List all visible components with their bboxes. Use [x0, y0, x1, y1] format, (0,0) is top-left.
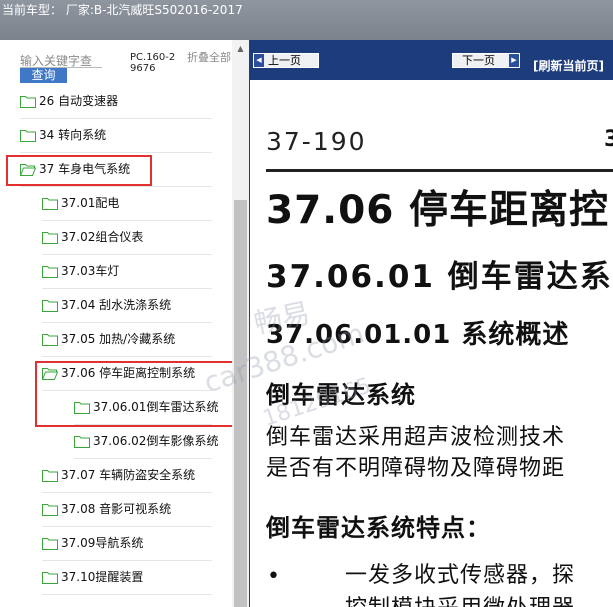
page-number-right: 3	[604, 127, 613, 152]
arrow-left-icon: ◀	[254, 54, 264, 67]
tree-separator	[20, 118, 212, 119]
tree-item-label: 37.05 加热/冷藏系统	[61, 332, 176, 346]
tree-item-label: 37.02组合仪表	[61, 230, 144, 244]
header-rule	[266, 169, 613, 172]
pc-code: PC.160-29676	[130, 52, 176, 74]
tree-separator	[42, 492, 212, 493]
folder-icon	[74, 436, 90, 448]
catalog-sidebar: 查询 PC.160-29676 折叠全部 26 自动变速器34 转向系统37 车…	[0, 40, 249, 607]
arrow-right-icon: ▶	[509, 54, 519, 67]
tree-separator	[42, 526, 212, 527]
folder-icon	[42, 334, 58, 346]
tree-separator	[42, 560, 212, 561]
folder-icon	[42, 504, 58, 516]
folder-icon	[42, 300, 58, 312]
tree-separator	[42, 322, 212, 323]
tree-item-label: 37.03车灯	[61, 264, 120, 278]
heading-level2: 37.06.01 倒车雷达系	[266, 259, 613, 295]
folder-icon	[42, 232, 58, 244]
tree-item-label: 37.10提醒装置	[61, 570, 144, 584]
search-button[interactable]: 查询	[20, 68, 67, 83]
scroll-up-icon[interactable]: ▲	[232, 40, 249, 57]
refresh-page-link[interactable]: [刷新当前页]	[533, 59, 604, 74]
tree-separator	[20, 186, 212, 187]
folder-icon	[42, 572, 58, 584]
document-toolbar: ◀ 上一页 下一页 ▶ [刷新当前页]	[250, 40, 613, 80]
tree-item-label: 37.09导航系统	[61, 536, 144, 550]
tree-item-label: 26 自动变速器	[39, 94, 119, 108]
tree-item-label: 37.06.02倒车影像系统	[93, 434, 219, 448]
tree-separator	[42, 220, 212, 221]
tree-item-label: 37.04 刮水洗涤系统	[61, 298, 172, 312]
sidebar-scrollbar[interactable]: ▲	[232, 40, 249, 607]
tree-separator	[42, 594, 212, 595]
paragraph-line: 倒车雷达采用超声波检测技术	[266, 425, 566, 450]
bullet-text: 一发多收式传感器，探	[345, 563, 576, 588]
tree-item-label: 37.01配电	[61, 196, 120, 210]
bullet-marker: •	[267, 564, 280, 589]
tree-item-label: 37.08 音影可视系统	[61, 502, 172, 516]
tree-item-label: 34 转向系统	[39, 128, 107, 142]
paragraph-line: 是否有不明障碍物及障碍物距	[266, 456, 566, 481]
tree-separator	[42, 288, 212, 289]
folder-icon	[42, 266, 58, 278]
next-page-button[interactable]: 下一页 ▶	[452, 53, 520, 68]
bullet-text: 控制模块采用微处理器	[345, 593, 575, 607]
prev-page-button[interactable]: ◀ 上一页	[253, 53, 319, 68]
section-title-features: 倒车雷达系统特点：	[266, 514, 491, 542]
prev-page-label: 上一页	[268, 54, 301, 67]
tree-separator	[42, 254, 212, 255]
tree-item-label: 37.07 车辆防盗安全系统	[61, 468, 196, 482]
folder-icon	[42, 198, 58, 210]
tree-separator	[42, 356, 212, 357]
folder-icon	[42, 470, 58, 482]
window-title-bar: 当前车型： 厂家:B-北汽威旺S502016-2017	[0, 0, 613, 40]
folder-icon	[20, 96, 36, 108]
page-number: 37-190	[266, 127, 367, 156]
tree-separator	[74, 458, 212, 459]
folder-icon	[20, 130, 36, 142]
collapse-all-button[interactable]: 折叠全部	[187, 52, 231, 64]
window-title: 当前车型： 厂家:B-北汽威旺S502016-2017	[2, 3, 243, 17]
tree-separator	[20, 152, 212, 153]
next-page-label: 下一页	[462, 54, 495, 67]
highlight-box-chapter	[6, 155, 152, 186]
folder-icon	[42, 538, 58, 550]
heading-level1: 37.06 停车距离控	[266, 188, 609, 233]
scrollbar-thumb[interactable]	[234, 200, 247, 607]
